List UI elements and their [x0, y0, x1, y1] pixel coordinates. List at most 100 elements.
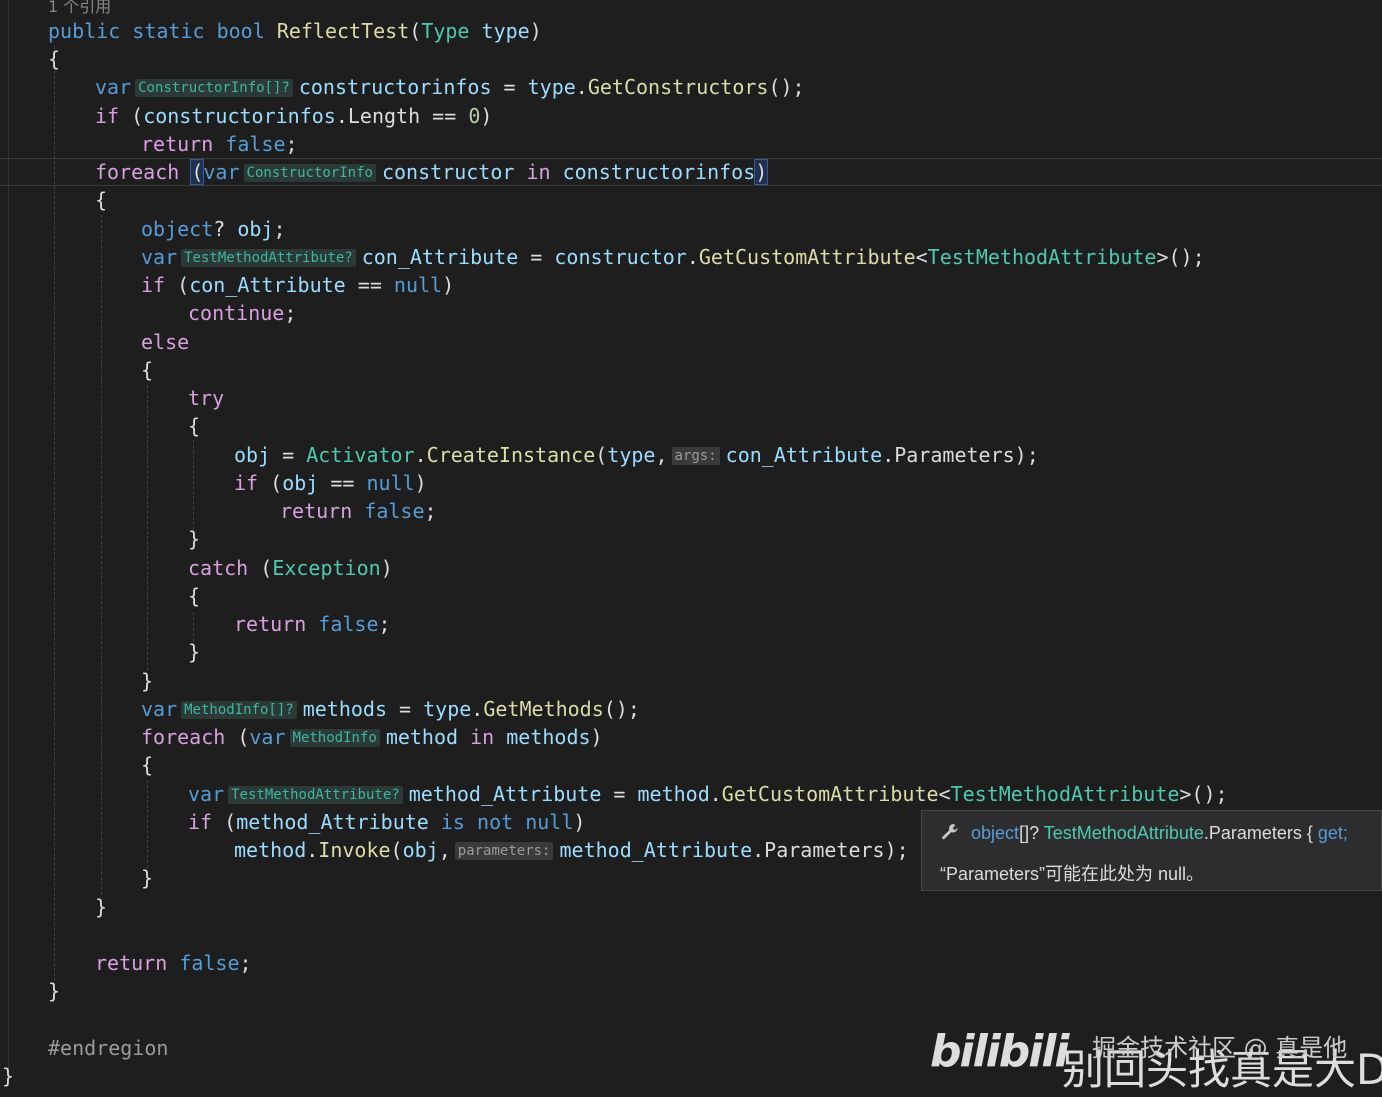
code-line: { — [48, 45, 60, 73]
code-line: obj = Activator.CreateInstance(type, args… — [234, 441, 1039, 469]
keyword: null — [393, 273, 443, 297]
brace: { — [95, 188, 108, 212]
operator: = — [601, 782, 638, 806]
local-var: constructorinfos — [143, 104, 336, 128]
keyword: else — [141, 330, 190, 354]
keyword: in — [526, 160, 551, 184]
inlay-type-hint: MethodInfo[]? — [181, 701, 297, 719]
keyword: return — [141, 132, 214, 156]
keyword: static — [132, 19, 205, 43]
keyword: catch — [188, 556, 249, 580]
local-var: obj — [237, 217, 274, 241]
code-line: var ConstructorInfo[]? constructorinfos = … — [95, 73, 805, 101]
code-line: } — [141, 667, 153, 695]
keyword: if — [188, 810, 213, 834]
punct: < — [915, 245, 928, 269]
bracket-match: ) — [754, 159, 769, 185]
punct: ( — [165, 273, 190, 297]
punct: ) — [529, 19, 542, 43]
punct: ; — [239, 951, 252, 975]
inlay-type-hint: ConstructorInfo — [243, 164, 376, 182]
code-line: } — [188, 638, 200, 666]
method-name: GetCustomAttribute — [721, 782, 939, 806]
punct: . — [575, 75, 588, 99]
code-line: if (method_Attribute is not null) — [188, 808, 585, 836]
code-editor[interactable]: 1 个引用 public static bool ReflectTest(Typ… — [0, 0, 1382, 1094]
tooltip-nullability-message: “Parameters”可能在此处为 null。 — [940, 864, 1205, 884]
param: type — [527, 75, 576, 99]
keyword: var — [203, 160, 240, 184]
punct: , — [438, 838, 451, 862]
punct: . — [306, 838, 319, 862]
brace: { — [141, 753, 154, 777]
code-line: if (obj == null) — [234, 469, 427, 497]
tooltip-text: .Parameters { — [1203, 823, 1318, 843]
local-var: method_Attribute — [236, 810, 429, 834]
keyword: foreach — [95, 160, 180, 184]
keyword: if — [95, 104, 120, 128]
brace: } — [188, 640, 201, 664]
code-line: #endregion — [48, 1034, 168, 1062]
operator: = — [387, 697, 424, 721]
keyword: object — [141, 217, 214, 241]
code-line: } — [141, 864, 153, 892]
tooltip-type-link[interactable]: TestMethodAttribute — [1044, 823, 1204, 843]
param: type — [481, 19, 530, 43]
bilibili-logo: bilibili — [930, 1026, 1069, 1077]
keyword: return — [95, 951, 168, 975]
punct: . — [414, 443, 427, 467]
quickinfo-tooltip[interactable]: object[]? TestMethodAttribute.Parameters… — [921, 810, 1382, 891]
method-name: ReflectTest — [276, 19, 410, 43]
keyword: null — [366, 471, 415, 495]
punct: ( — [258, 471, 283, 495]
code-line: foreach (var MethodInfo method in methods) — [141, 723, 603, 751]
keyword: not — [477, 810, 514, 834]
method-name: GetConstructors — [587, 75, 769, 99]
type-name: TestMethodAttribute — [950, 782, 1180, 806]
watermark: bilibili 别回头找真是大D 掘金技术社区 @ 真是他 — [930, 1026, 1382, 1094]
brace: { — [48, 47, 61, 71]
indent-guide — [193, 440, 194, 530]
code-line: return false; — [280, 497, 437, 525]
punct: ( — [595, 443, 608, 467]
code-line: method.Invoke(obj, parameters: method_Attr… — [234, 836, 909, 864]
punct: ; — [424, 499, 437, 523]
codelens-references[interactable]: 1 个引用 — [48, 0, 111, 18]
keyword: var — [141, 697, 178, 721]
punct: ? — [213, 217, 226, 241]
preprocessor: #endregion — [48, 1036, 169, 1060]
keyword: false — [318, 612, 379, 636]
punct: ) — [573, 810, 586, 834]
method-name: GetMethods — [483, 697, 604, 721]
param: type — [607, 443, 656, 467]
keyword: in — [470, 725, 495, 749]
code-line: var TestMethodAttribute? con_Attribute = c… — [141, 243, 1205, 271]
brace: } — [2, 1064, 15, 1088]
local-var: constructorinfos — [562, 160, 756, 184]
brace: } — [48, 979, 61, 1003]
local-var: methods — [506, 725, 591, 749]
tooltip-text: []? — [1019, 823, 1044, 843]
brace: } — [188, 527, 201, 551]
punct: ( — [225, 725, 250, 749]
code-line: { — [141, 356, 153, 384]
keyword: var — [95, 75, 132, 99]
code-line: { — [188, 412, 200, 440]
code-line: { — [95, 186, 107, 214]
number: 0 — [468, 104, 481, 128]
code-line: } — [48, 977, 60, 1005]
code-line: public static bool ReflectTest(Type type… — [48, 17, 542, 45]
keyword: continue — [188, 301, 285, 325]
type-name: Exception — [272, 556, 381, 580]
local-var: constructor — [554, 245, 687, 269]
code-line: var TestMethodAttribute? method_Attribute … — [188, 780, 1228, 808]
tooltip-type-keyword[interactable]: object — [971, 823, 1019, 843]
code-line: catch (Exception) — [188, 554, 393, 582]
local-var: obj — [282, 471, 319, 495]
inlay-param-hint: args: — [671, 447, 720, 465]
punct: ; — [284, 301, 297, 325]
code-line: continue; — [188, 299, 296, 327]
punct: ; — [378, 612, 391, 636]
punct: >(); — [1179, 782, 1228, 806]
